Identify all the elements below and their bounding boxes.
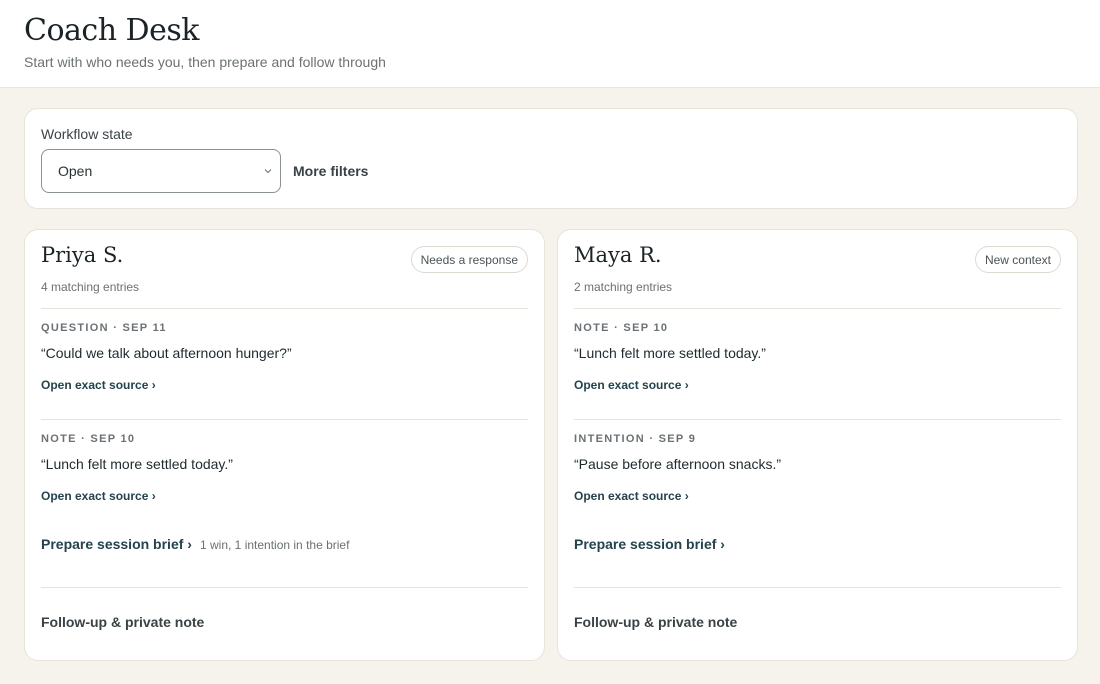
entry-item: NOTE · SEP 10 “Lunch felt more settled t… <box>41 420 528 532</box>
entry-quote: “Pause before afternoon snacks.” <box>574 456 782 472</box>
open-source-link[interactable]: Open exact source › <box>41 489 156 503</box>
brief-row: Prepare session brief › 1 win, 1 intenti… <box>41 532 528 588</box>
entry-meta: NOTE · SEP 10 <box>574 322 669 334</box>
chevron-down-icon <box>264 169 272 174</box>
filter-panel: Workflow state Open More filters <box>24 108 1078 209</box>
entry-item: INTENTION · SEP 9 “Pause before afternoo… <box>574 420 1061 532</box>
workflow-state-select[interactable]: Open <box>41 149 281 193</box>
status-badge: Needs a response <box>410 246 528 273</box>
match-count: 4 matching entries <box>41 280 140 294</box>
entry-quote: “Lunch felt more settled today.” <box>574 345 766 361</box>
brief-row: Prepare session brief › <box>574 532 1061 588</box>
workflow-state-value: Open <box>58 163 93 179</box>
client-name: Maya R. <box>574 243 662 267</box>
entry-meta: NOTE · SEP 10 <box>41 433 136 445</box>
entry-quote: “Lunch felt more settled today.” <box>41 456 233 472</box>
client-name: Priya S. <box>41 243 124 267</box>
page-header: Coach Desk Start with who needs you, the… <box>0 0 1100 88</box>
brief-summary: 1 win, 1 intention in the brief <box>200 538 350 552</box>
page-title: Coach Desk <box>24 13 199 48</box>
page-subtitle: Start with who needs you, then prepare a… <box>24 54 386 70</box>
prepare-brief-button[interactable]: Prepare session brief › <box>574 536 725 552</box>
open-source-link[interactable]: Open exact source › <box>41 378 156 392</box>
followup-button[interactable]: Follow-up & private note <box>41 614 204 630</box>
status-badge: New context <box>974 246 1061 273</box>
workflow-state-label: Workflow state <box>41 126 133 142</box>
match-count: 2 matching entries <box>574 280 673 294</box>
client-card-maya: Maya R. 2 matching entries New context N… <box>557 229 1078 661</box>
prepare-brief-button[interactable]: Prepare session brief › <box>41 536 192 552</box>
open-source-link[interactable]: Open exact source › <box>574 378 689 392</box>
entry-quote: “Could we talk about afternoon hunger?” <box>41 345 292 361</box>
open-source-link[interactable]: Open exact source › <box>574 489 689 503</box>
more-filters-button[interactable]: More filters <box>293 163 368 179</box>
entry-meta: QUESTION · SEP 11 <box>41 322 167 334</box>
client-card-priya: Priya S. 4 matching entries Needs a resp… <box>24 229 545 661</box>
entry-item: NOTE · SEP 10 “Lunch felt more settled t… <box>574 309 1061 420</box>
entry-item: QUESTION · SEP 11 “Could we talk about a… <box>41 309 528 420</box>
followup-button[interactable]: Follow-up & private note <box>574 614 737 630</box>
entry-meta: INTENTION · SEP 9 <box>574 433 697 445</box>
